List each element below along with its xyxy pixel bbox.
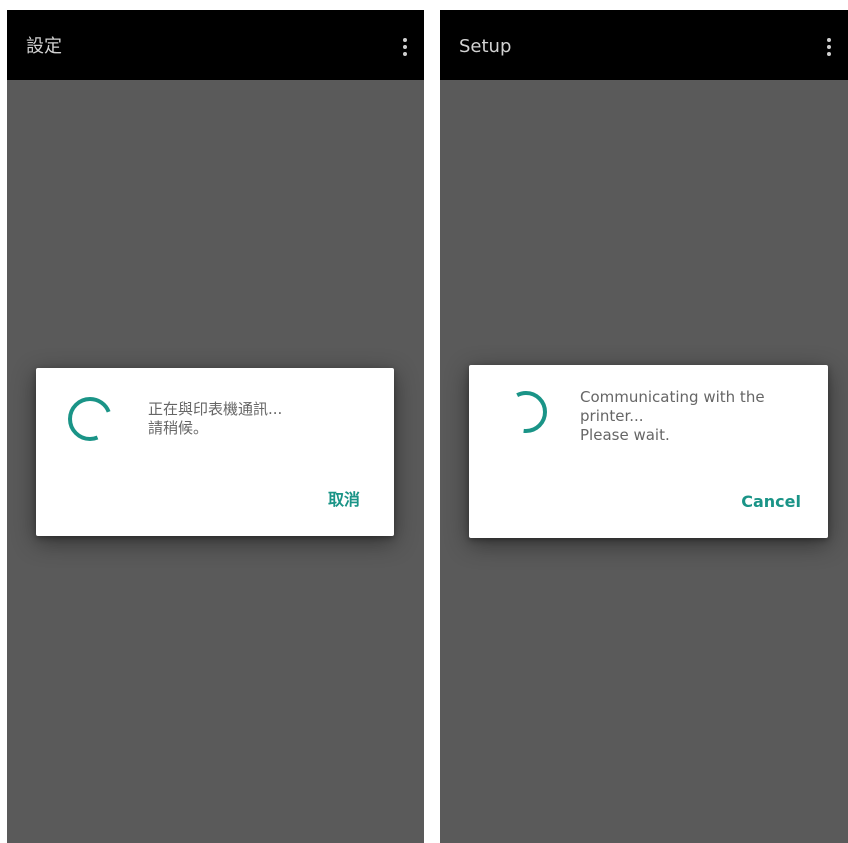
app-bar: Setup [440,10,848,80]
app-bar: 設定 [7,10,424,80]
more-vert-icon[interactable] [824,35,834,59]
spinner-icon [68,397,112,441]
message-line: Communicating with the [580,388,765,406]
progress-dialog: Communicating with the printer... Please… [469,365,828,538]
screen-english: Setup Communicating with the printer... … [440,10,848,843]
cancel-button[interactable]: 取消 [328,490,360,510]
dialog-message: Communicating with the printer... Please… [580,388,810,445]
dialog-message: 正在與印表機通訊... 請稍候。 [148,400,378,438]
app-title: 設定 [26,36,62,57]
message-line: 正在與印表機通訊... [148,400,283,418]
cancel-button[interactable]: Cancel [741,492,801,512]
more-vert-icon[interactable] [400,35,410,59]
app-title: Setup [459,36,512,57]
message-line: Please wait. [580,426,670,444]
progress-dialog: 正在與印表機通訊... 請稍候。 取消 [36,368,394,536]
message-line: printer... [580,407,644,425]
message-line: 請稍候。 [148,419,209,437]
spinner-icon [505,391,547,433]
screen-chinese: 設定 正在與印表機通訊... 請稍候。 取消 [7,10,424,843]
